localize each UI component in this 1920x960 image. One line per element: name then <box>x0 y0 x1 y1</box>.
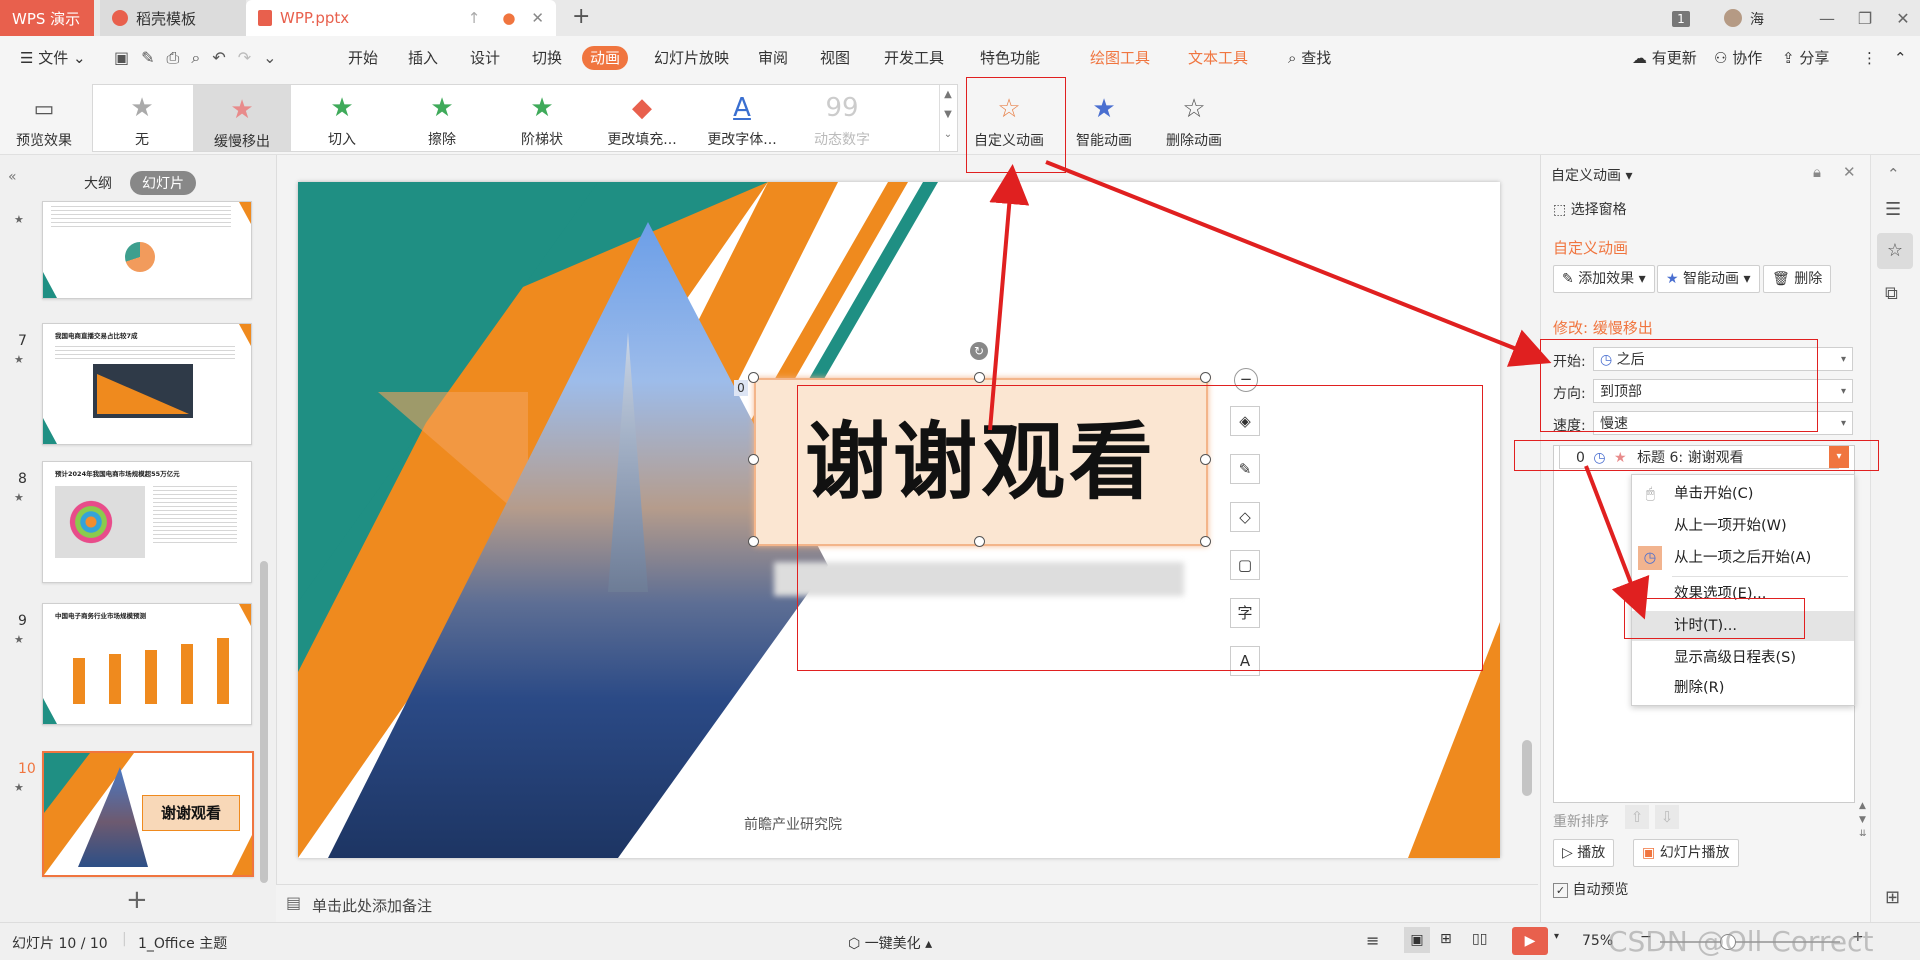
arrow-to-settings <box>1045 160 1552 367</box>
arrow-to-timing <box>1584 465 1650 620</box>
annotation-arrows <box>988 160 1650 620</box>
arrow-to-custom-animation <box>988 164 1030 431</box>
